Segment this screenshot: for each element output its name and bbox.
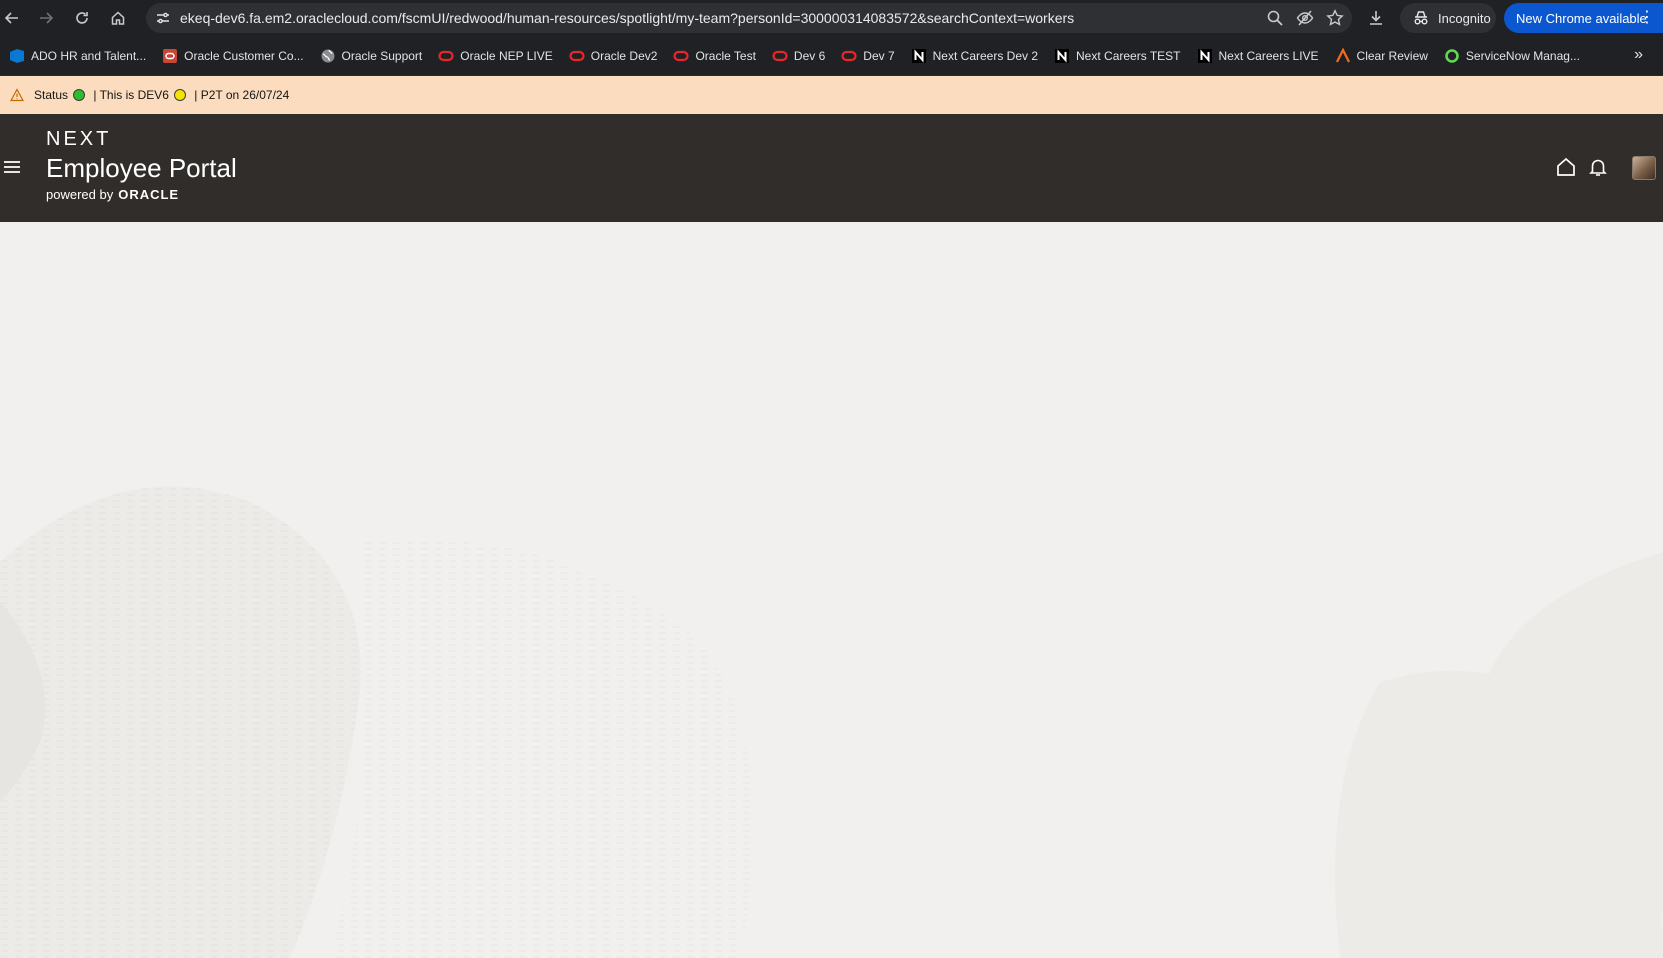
bookmark-label: Oracle NEP LIVE bbox=[460, 48, 553, 63]
home-nav-button[interactable] bbox=[1555, 156, 1577, 178]
star-icon[interactable] bbox=[1326, 9, 1344, 27]
bookmark-item[interactable]: Next Careers LIVE bbox=[1190, 42, 1328, 70]
home-icon bbox=[1557, 157, 1575, 176]
browser-toolbar: ekeq-dev6.fa.em2.oraclecloud.com/fscmUI/… bbox=[0, 0, 1663, 36]
bookmark-label: Next Careers Dev 2 bbox=[932, 48, 1039, 63]
bookmark-item[interactable]: Dev 6 bbox=[765, 42, 834, 70]
incognito-label: Incognito bbox=[1438, 10, 1491, 26]
bookmark-item[interactable]: Oracle Test bbox=[666, 42, 764, 70]
bookmark-item[interactable]: Oracle Customer Co... bbox=[155, 42, 312, 70]
user-avatar[interactable] bbox=[1632, 156, 1656, 180]
bookmark-label: Clear Review bbox=[1356, 48, 1428, 63]
bookmark-item[interactable]: ADO HR and Talent... bbox=[2, 42, 155, 70]
bookmark-label: Next Careers LIVE bbox=[1218, 48, 1319, 63]
update-label: New Chrome available bbox=[1516, 10, 1647, 26]
site-info-button[interactable] bbox=[148, 3, 178, 33]
bookmark-item[interactable]: Next Careers Dev 2 bbox=[904, 42, 1047, 70]
eye-off-icon[interactable] bbox=[1296, 9, 1314, 27]
background-decoration bbox=[0, 486, 1663, 958]
status-green-dot bbox=[73, 89, 86, 101]
bookmark-item[interactable]: Oracle Support bbox=[313, 42, 432, 70]
bell-icon bbox=[1589, 159, 1607, 176]
bookmark-item[interactable]: ServiceNow Manag... bbox=[1437, 42, 1589, 70]
main-content bbox=[0, 222, 1663, 958]
new-chrome-available-button[interactable]: New Chrome available ⋮ bbox=[1504, 3, 1663, 33]
status-p2t: | P2T on 26/07/24 bbox=[190, 88, 290, 102]
bookmark-item[interactable]: Next Careers TEST bbox=[1047, 42, 1189, 70]
bookmark-label: Oracle Support bbox=[341, 48, 423, 63]
oracle-square-icon bbox=[162, 48, 178, 64]
oracle-o-icon bbox=[673, 48, 690, 64]
globe-icon bbox=[320, 48, 336, 64]
oracle-o-icon bbox=[438, 48, 454, 64]
address-bar[interactable]: ekeq-dev6.fa.em2.oraclecloud.com/fscmUI/… bbox=[146, 3, 1352, 33]
oracle-o-icon bbox=[841, 48, 857, 64]
brand-next: NEXT bbox=[46, 128, 112, 150]
url-text[interactable]: ekeq-dev6.fa.em2.oraclecloud.com/fscmUI/… bbox=[180, 10, 1074, 26]
status-prefix: Status bbox=[34, 88, 69, 102]
arrow-left-icon bbox=[4, 12, 18, 24]
download-icon bbox=[1370, 11, 1382, 25]
notifications-button[interactable] bbox=[1587, 156, 1609, 178]
hamburger-menu-icon[interactable] bbox=[4, 160, 20, 174]
arrow-right-icon bbox=[40, 12, 54, 24]
next-n-icon bbox=[1054, 48, 1070, 64]
incognito-badge[interactable]: Incognito bbox=[1400, 3, 1496, 33]
powered-by-text: powered by bbox=[46, 187, 114, 202]
back-button[interactable] bbox=[0, 0, 24, 36]
bookmark-item[interactable]: Dev 7 bbox=[834, 42, 903, 70]
tune-icon bbox=[157, 12, 169, 24]
bookmark-label: Dev 6 bbox=[793, 48, 826, 63]
warning-icon bbox=[10, 88, 24, 102]
bookmark-item[interactable]: Oracle Dev2 bbox=[562, 42, 667, 70]
downloads-button[interactable] bbox=[1364, 6, 1388, 30]
servicenow-icon bbox=[1444, 48, 1460, 64]
next-n-icon bbox=[1197, 48, 1213, 64]
reload-button[interactable] bbox=[64, 0, 100, 36]
oracle-o-icon bbox=[772, 48, 788, 64]
more-bookmarks-icon[interactable]: » bbox=[1634, 46, 1643, 64]
bookmark-label: Next Careers TEST bbox=[1076, 48, 1181, 63]
environment-status-banner: Status | This is DEV6 | P2T on 26/07/24 bbox=[0, 76, 1663, 114]
clear-review-icon bbox=[1335, 47, 1351, 64]
bookmark-label: Oracle Dev2 bbox=[590, 48, 658, 63]
app-header: NEXT Employee Portal powered by ORACLE bbox=[0, 114, 1663, 222]
incognito-icon bbox=[1414, 11, 1428, 25]
bookmark-item[interactable]: Clear Review bbox=[1328, 42, 1437, 70]
kebab-menu-icon[interactable]: ⋮ bbox=[1639, 9, 1655, 27]
bookmark-label: Oracle Customer Co... bbox=[184, 48, 304, 63]
ado-icon bbox=[9, 48, 25, 64]
brand-logo[interactable]: NEXT Employee Portal powered by ORACLE bbox=[46, 128, 237, 204]
zoom-icon[interactable] bbox=[1266, 9, 1284, 27]
bookmark-label: Dev 7 bbox=[863, 48, 895, 63]
home-button[interactable] bbox=[100, 0, 136, 36]
oracle-wordmark: ORACLE bbox=[118, 187, 180, 202]
brand-title: Employee Portal bbox=[46, 153, 237, 183]
next-n-icon bbox=[911, 48, 927, 64]
reload-icon bbox=[76, 12, 88, 24]
oracle-o-icon bbox=[569, 48, 585, 64]
status-env: | This is DEV6 bbox=[90, 88, 169, 102]
home-icon bbox=[111, 11, 125, 25]
omnibox-actions bbox=[1266, 3, 1344, 33]
status-yellow-dot bbox=[173, 89, 186, 101]
bookmarks-bar: ADO HR and Talent... Oracle Customer Co..… bbox=[0, 36, 1663, 76]
bookmark-label: Oracle Test bbox=[695, 48, 756, 63]
bookmark-item[interactable]: Oracle NEP LIVE bbox=[431, 42, 561, 70]
bookmark-label: ADO HR and Talent... bbox=[31, 48, 147, 63]
powered-by: powered by ORACLE bbox=[46, 186, 237, 204]
bookmark-label: ServiceNow Manag... bbox=[1465, 48, 1580, 63]
forward-button[interactable] bbox=[28, 0, 64, 36]
